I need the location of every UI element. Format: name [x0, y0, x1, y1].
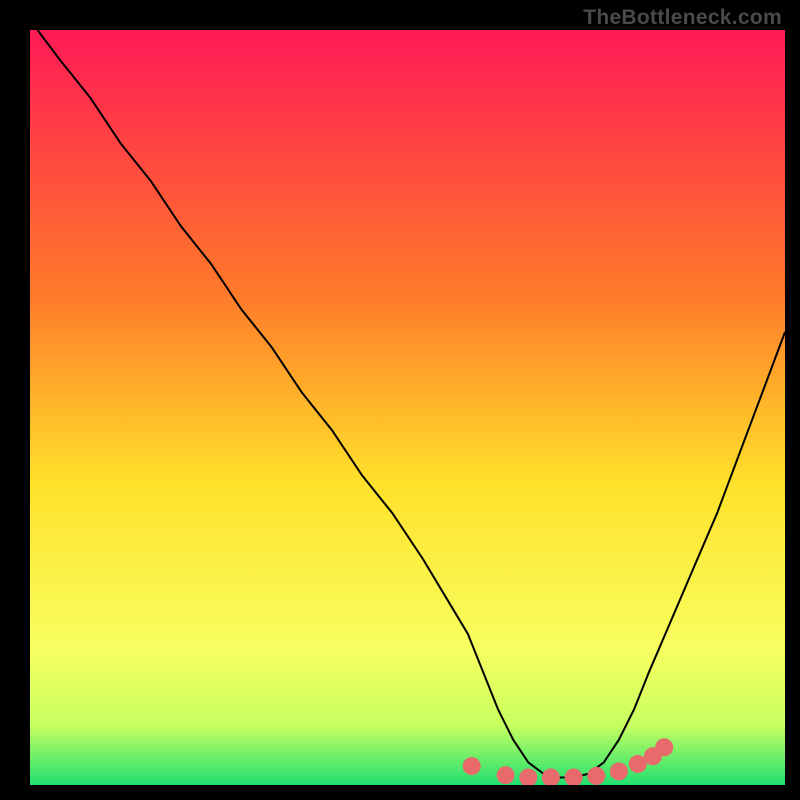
chart-svg	[30, 30, 785, 785]
watermark: TheBottleneck.com	[583, 6, 782, 30]
gradient-bg	[30, 30, 785, 785]
chart-area	[30, 30, 785, 785]
